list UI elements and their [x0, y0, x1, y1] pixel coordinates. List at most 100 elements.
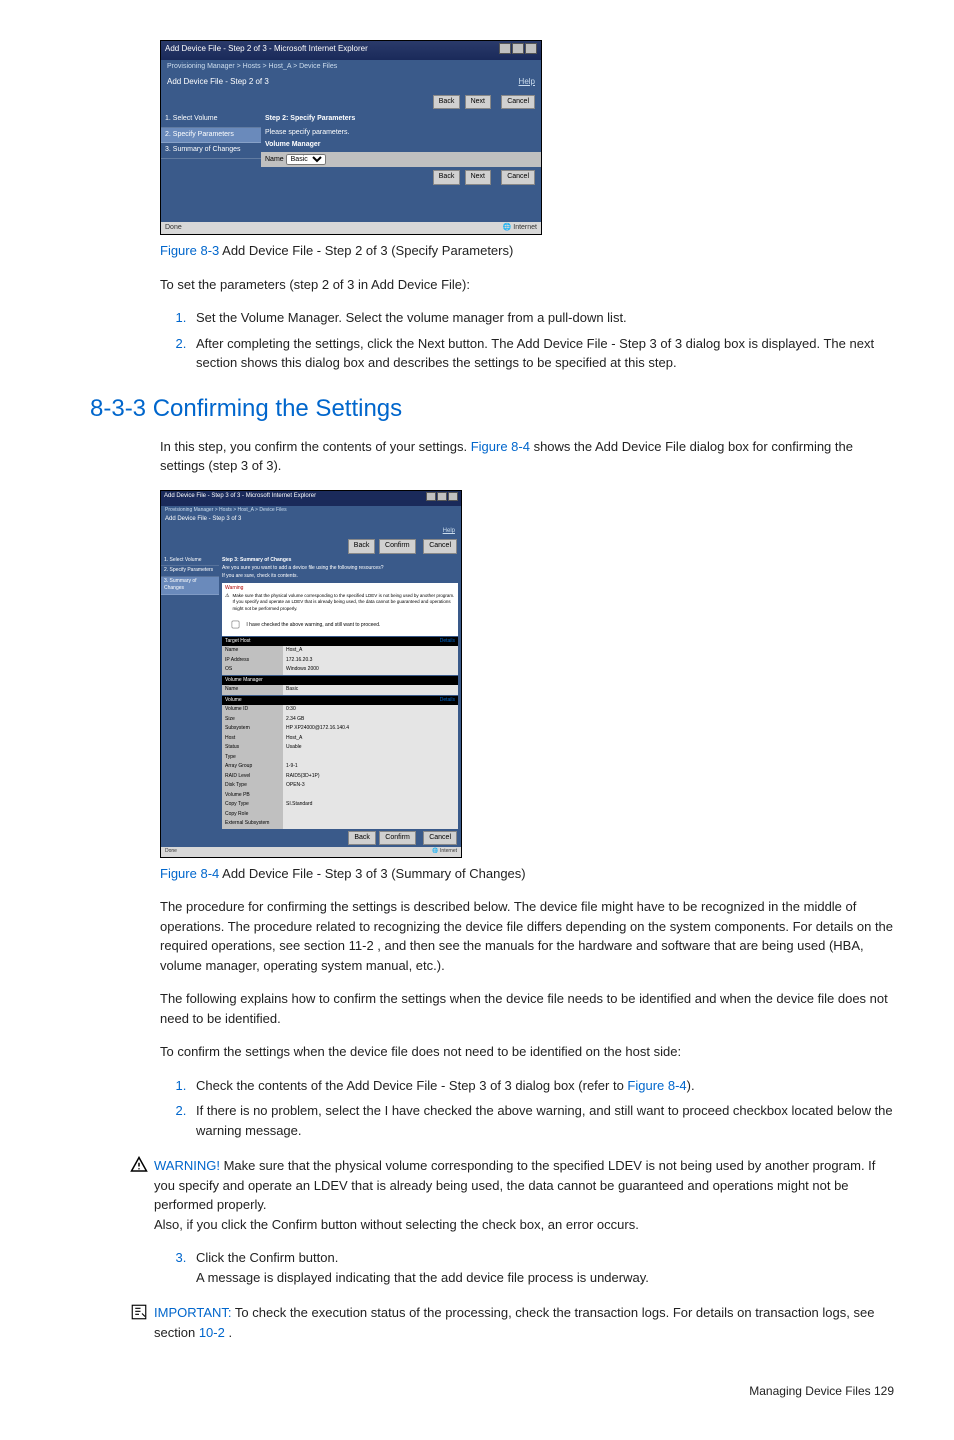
warning-box: Warning ⚠ Make sure that the physical vo…: [222, 583, 458, 636]
vm-label: Volume Manager: [261, 139, 541, 152]
table-value: HP XP24000@172.16.140.4: [283, 724, 458, 734]
section-link[interactable]: 10-2: [199, 1325, 225, 1340]
section-volume-manager: Volume Manager: [225, 677, 263, 685]
list-item: After completing the settings, click the…: [190, 334, 894, 373]
table-key: Volume ID: [222, 705, 283, 715]
figure-link[interactable]: Figure 8-4: [627, 1078, 686, 1093]
table-key: Copy Type: [222, 800, 283, 810]
breadcrumb: Provisioning Manager > Hosts > Host_A > …: [161, 506, 461, 516]
confirm-question: Are you sure you want to add a device fi…: [219, 565, 461, 573]
warning-icon: [130, 1156, 154, 1234]
table-key: Copy Role: [222, 810, 283, 820]
procedure-list-1: Set the Volume Manager. Select the volum…: [160, 308, 894, 373]
window-title: Add Device File - Step 2 of 3 - Microsof…: [165, 43, 368, 58]
table-value: 172.16.20.3: [283, 656, 458, 666]
procedure-list-2: Check the contents of the Add Device Fil…: [160, 1076, 894, 1141]
next-button[interactable]: Next: [465, 170, 491, 185]
table-value: 2.34 GB: [283, 715, 458, 725]
warning-icon: ⚠: [225, 593, 229, 613]
figure-link[interactable]: Figure 8-4: [471, 439, 530, 454]
table-key: Name: [222, 685, 283, 695]
paragraph: To confirm the settings when the device …: [160, 1042, 894, 1062]
next-button[interactable]: Next: [465, 95, 491, 110]
figure-number: Figure 8-3: [160, 243, 219, 258]
table-value: 1-9-1: [283, 762, 458, 772]
window-titlebar: Add Device File - Step 2 of 3 - Microsof…: [161, 41, 541, 60]
list-item: Click the Confirm button. A message is d…: [190, 1248, 894, 1287]
warning-label: WARNING!: [154, 1158, 220, 1173]
back-button[interactable]: Back: [433, 95, 461, 110]
table-value: RAID5(3D+1P): [283, 772, 458, 782]
table-value: [283, 810, 458, 820]
table-value: Host_A: [283, 734, 458, 744]
statusbar: Done 🌐 Internet: [161, 847, 461, 857]
wizard-step-1: 1. Select Volume: [161, 556, 219, 567]
step-heading: Step 2: Specify Parameters: [261, 112, 541, 127]
table-key: Name: [222, 646, 283, 656]
cancel-button[interactable]: Cancel: [423, 831, 457, 846]
back-button[interactable]: Back: [348, 539, 376, 554]
name-label: Name: [265, 156, 284, 163]
paragraph: The procedure for confirming the setting…: [160, 897, 894, 975]
table-key: IP Address: [222, 656, 283, 666]
figure-8-4: Add Device File - Step 3 of 3 - Microsof…: [160, 490, 894, 858]
back-button[interactable]: Back: [433, 170, 461, 185]
wizard-step-1: 1. Select Volume: [161, 112, 261, 128]
wizard-step-2: 2. Specify Parameters: [161, 128, 261, 144]
confirm-button[interactable]: Confirm: [379, 539, 416, 554]
status-done: Done: [165, 223, 182, 234]
table-value: OPEN-3: [283, 781, 458, 791]
details-link[interactable]: Details: [440, 638, 455, 646]
wizard-steps: 1. Select Volume 2. Specify Parameters 3…: [161, 556, 219, 848]
cancel-button[interactable]: Cancel: [501, 95, 535, 110]
figure-caption-1: Figure 8-3 Add Device File - Step 2 of 3…: [160, 241, 894, 261]
button-row-top: Back Next Cancel: [161, 92, 541, 113]
cancel-button[interactable]: Cancel: [423, 539, 457, 554]
details-link[interactable]: Details: [440, 697, 455, 705]
table-key: Array Group: [222, 762, 283, 772]
cancel-button[interactable]: Cancel: [501, 170, 535, 185]
table-value: [283, 753, 458, 763]
table-key: Status: [222, 743, 283, 753]
wizard-step-2: 2. Specify Parameters: [161, 566, 219, 577]
figure-8-3: Add Device File - Step 2 of 3 - Microsof…: [160, 40, 894, 235]
table-key: Volume PB: [222, 791, 283, 801]
button-row-bottom: Back Next Cancel: [161, 167, 541, 188]
section-target-host: Target Host: [225, 638, 251, 646]
table-value: [283, 819, 458, 829]
list-item: Check the contents of the Add Device Fil…: [190, 1076, 894, 1096]
help-link[interactable]: Help: [443, 528, 455, 534]
status-net: 🌐 Internet: [503, 223, 537, 234]
window-titlebar: Add Device File - Step 3 of 3 - Microsof…: [161, 491, 461, 506]
table-value: Host_A: [283, 646, 458, 656]
wizard-step-3: 3. Summary of Changes: [161, 143, 261, 159]
vm-select[interactable]: Basic: [286, 154, 326, 165]
table-key: Disk Type: [222, 781, 283, 791]
important-label: IMPORTANT:: [154, 1305, 232, 1320]
section-volume: Volume: [225, 697, 242, 705]
confirm-button[interactable]: Confirm: [379, 831, 416, 846]
list-item: If there is no problem, select the I hav…: [190, 1101, 894, 1140]
dialog-subtitle: Add Device File - Step 3 of 3: [165, 515, 241, 524]
table-key: Subsystem: [222, 724, 283, 734]
table-key: Host: [222, 734, 283, 744]
table-value: Basic: [283, 685, 458, 695]
back-button[interactable]: Back: [348, 831, 376, 846]
step-heading: Step 3: Summary of Changes: [219, 556, 461, 566]
wizard-step-3: 3. Summary of Changes: [161, 577, 219, 595]
help-link[interactable]: Help: [519, 76, 535, 88]
figure-number: Figure 8-4: [160, 866, 219, 881]
table-value: Usable: [283, 743, 458, 753]
paragraph: The following explains how to confirm th…: [160, 989, 894, 1028]
breadcrumb: Provisioning Manager > Hosts > Host_A > …: [161, 60, 541, 75]
statusbar: Done 🌐 Internet: [161, 222, 541, 235]
window-buttons: [498, 43, 537, 58]
procedure-list-2b: Click the Confirm button. A message is d…: [160, 1248, 894, 1287]
step-instruction: Please specify parameters.: [261, 127, 541, 140]
confirm-checkbox[interactable]: [232, 620, 240, 628]
paragraph: In this step, you confirm the contents o…: [160, 437, 894, 476]
important-block: IMPORTANT: To check the execution status…: [160, 1303, 894, 1342]
table-key: Type: [222, 753, 283, 763]
table-key: Size: [222, 715, 283, 725]
warning-block: WARNING! Make sure that the physical vol…: [160, 1156, 894, 1234]
